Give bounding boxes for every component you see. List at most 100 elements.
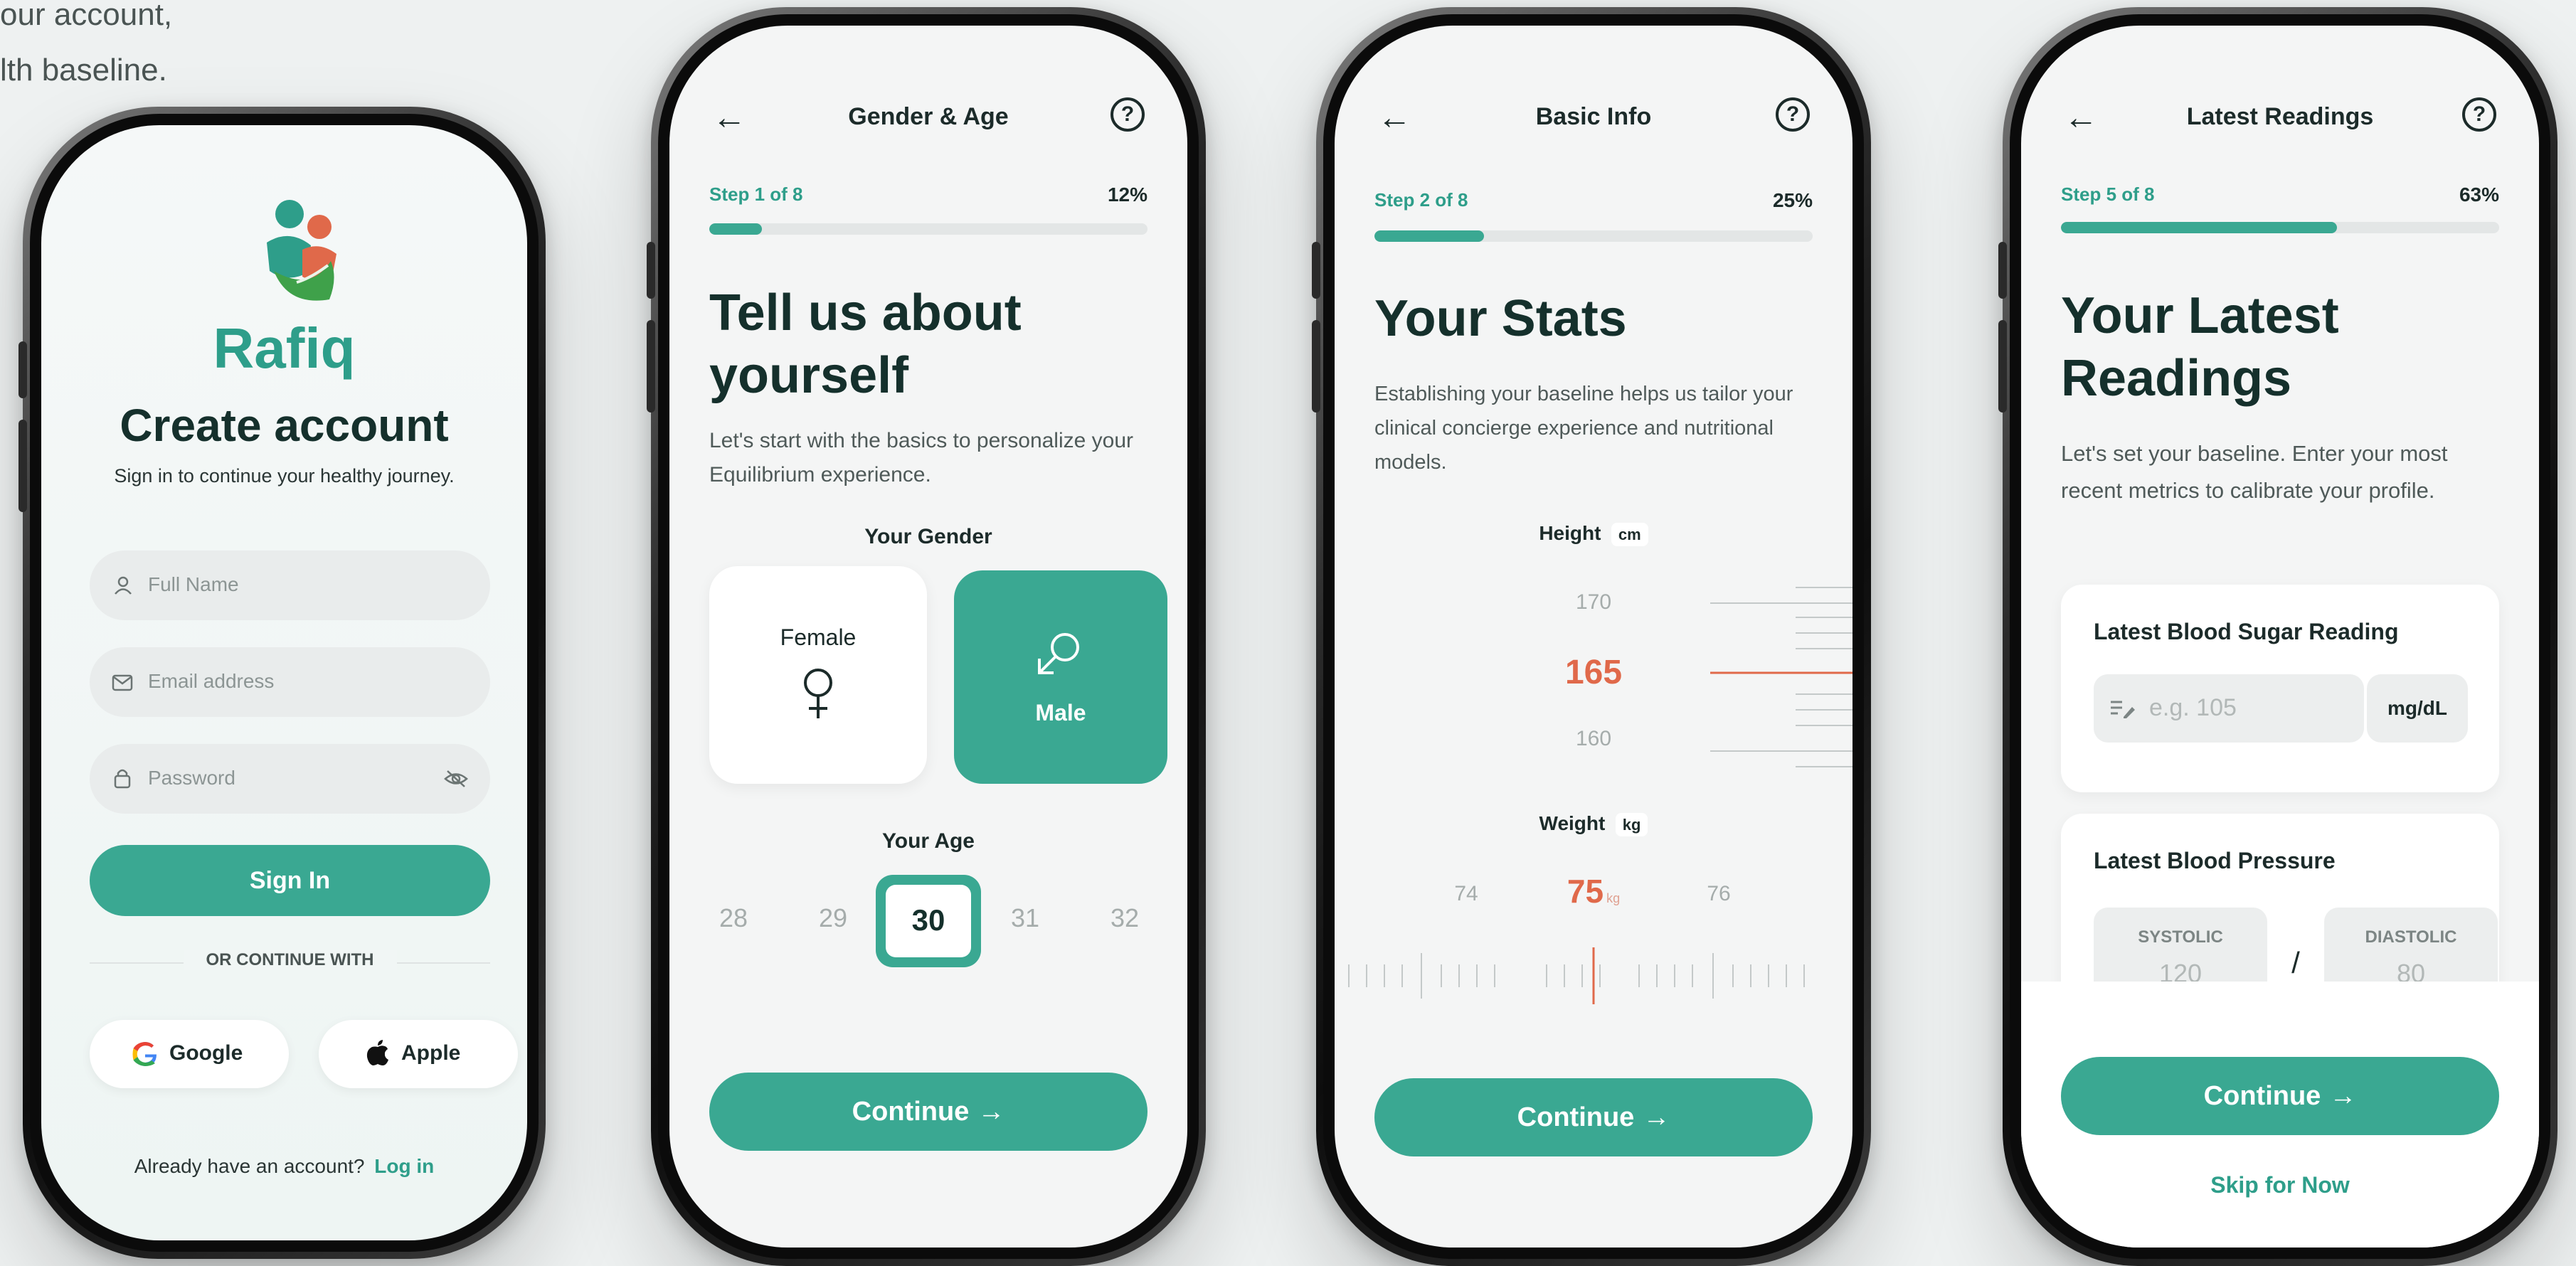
age-option[interactable]: 29 [797, 903, 869, 933]
page-subtitle: Sign in to continue your healthy journey… [114, 465, 455, 486]
login-prompt: Already have an account? [134, 1155, 365, 1177]
page-description: Let's set your baseline. Enter your most… [2061, 441, 2448, 503]
age-option[interactable]: 31 [990, 903, 1061, 933]
blood-sugar-placeholder: e.g. 105 [2149, 694, 2237, 721]
email-placeholder: Email address [148, 670, 275, 692]
login-row: Already have an account? Log in [41, 1155, 527, 1178]
age-option[interactable]: 32 [1089, 903, 1160, 933]
help-icon[interactable]: ? [2462, 97, 2496, 132]
page-heading: Your Latest Readings [2061, 287, 2339, 407]
intro-line-1: our account, [0, 0, 173, 32]
step-indicator: Step 5 of 8 63% [2061, 183, 2499, 212]
google-icon [132, 1042, 157, 1066]
male-symbol-icon [1038, 633, 1079, 674]
header-title: Gender & Age [848, 103, 1009, 130]
blood-sugar-input[interactable]: e.g. 105 [2094, 674, 2364, 743]
help-icon[interactable]: ? [1776, 97, 1810, 132]
blood-sugar-label: Latest Blood Sugar Reading [2094, 619, 2399, 644]
email-field[interactable]: Email address [90, 647, 490, 717]
gender-option-male[interactable]: Male [954, 570, 1167, 784]
step-percent: 12% [1107, 183, 1147, 206]
weight-ruler[interactable] [1335, 933, 1853, 1018]
header: ← Gender & Age ? [669, 93, 1187, 143]
arrow-right-icon: → [977, 1097, 1005, 1127]
arrow-right-icon: → [1643, 1102, 1670, 1132]
weight-label-row: Weight kg [1335, 812, 1853, 836]
full-name-placeholder: Full Name [148, 573, 239, 595]
step-indicator: Step 1 of 8 12% [709, 183, 1147, 212]
apple-button[interactable]: Apple [319, 1020, 518, 1088]
progress-fill [709, 223, 762, 235]
blood-pressure-label: Latest Blood Pressure [2094, 848, 2336, 873]
height-ruler[interactable] [1710, 573, 1853, 787]
weight-label: Weight [1539, 812, 1606, 834]
sign-in-button[interactable]: Sign In [90, 845, 490, 916]
weight-value-unit: kg [1606, 891, 1621, 905]
height-picker[interactable]: 170 165 160 [1335, 573, 1853, 787]
continue-label: Continue [2203, 1081, 2321, 1111]
skip-for-now-link[interactable]: Skip for Now [2021, 1172, 2539, 1198]
height-unit: cm [1611, 523, 1648, 546]
header: ← Latest Readings ? [2021, 93, 2539, 143]
systolic-label: SYSTOLIC [2138, 927, 2223, 947]
weight-picker[interactable]: 74 75 kg 76 [1335, 862, 1853, 1026]
progress-bar [1374, 230, 1813, 242]
age-picker[interactable]: 28 29 30 31 32 [669, 872, 1187, 972]
divider-label: OR CONTINUE WITH [183, 950, 397, 970]
age-option[interactable]: 28 [698, 903, 769, 933]
help-icon[interactable]: ? [1111, 97, 1145, 132]
gender-label: Your Gender [864, 525, 992, 548]
mail-icon [112, 674, 133, 691]
weight-right: 76 [1707, 882, 1731, 905]
phone-create-account: Rafiq Create account Sign in to continue… [18, 107, 546, 1259]
step-label: Step 1 of 8 [709, 183, 803, 205]
arrow-right-icon: → [2329, 1081, 2357, 1111]
intro-text: our account, lth baseline. [0, 0, 256, 98]
age-label: Your Age [881, 829, 975, 853]
login-link[interactable]: Log in [374, 1155, 434, 1177]
continue-label: Continue [852, 1097, 970, 1127]
height-label: Height [1539, 522, 1601, 544]
weight-current: 75 kg [1335, 872, 1853, 910]
blood-sugar-unit: mg/dL [2367, 674, 2468, 743]
diastolic-label: DIASTOLIC [2365, 927, 2457, 947]
age-selected-value: 30 [911, 903, 945, 937]
lock-icon [114, 769, 131, 789]
phone-gender-age: ← Gender & Age ? Step 1 of 8 12% Tell us… [647, 7, 1206, 1266]
step-percent: 63% [2459, 183, 2499, 206]
page-title: Create account [120, 400, 449, 451]
continue-label: Continue [1517, 1102, 1635, 1132]
page-heading: Your Stats [1374, 290, 1627, 347]
step-percent: 25% [1772, 189, 1813, 211]
gender-age-screen: ← Gender & Age ? Step 1 of 8 12% Tell us… [669, 26, 1187, 1248]
progress-bar [709, 223, 1147, 235]
step-label: Step 5 of 8 [2061, 183, 2155, 205]
basic-info-screen: ← Basic Info ? Step 2 of 8 25% Your Stat… [1335, 26, 1853, 1248]
continue-button[interactable]: Continue → [709, 1073, 1147, 1151]
header-title: Latest Readings [2186, 103, 2374, 130]
age-selected[interactable]: 30 [876, 875, 981, 967]
continue-button[interactable]: Continue → [2061, 1057, 2499, 1135]
phone-basic-info: ← Basic Info ? Step 2 of 8 25% Your Stat… [1312, 7, 1871, 1266]
weight-value: 75 [1567, 873, 1604, 910]
google-label: Google [169, 1041, 243, 1065]
header: ← Basic Info ? [1335, 93, 1853, 143]
female-symbol-icon [804, 669, 832, 718]
apple-label: Apple [401, 1041, 461, 1065]
progress-bar [2061, 222, 2499, 233]
user-icon [115, 576, 132, 595]
password-field[interactable]: Password [90, 744, 490, 814]
male-label: Male [1035, 700, 1086, 725]
gender-option-female[interactable]: Female [709, 566, 927, 784]
full-name-field[interactable]: Full Name [90, 550, 490, 620]
progress-fill [1374, 230, 1484, 242]
latest-readings-screen: ← Latest Readings ? Step 5 of 8 63% Your… [2021, 26, 2539, 1248]
brand-name: Rafiq [213, 316, 356, 380]
eye-off-icon[interactable] [443, 768, 469, 789]
google-button[interactable]: Google [90, 1020, 289, 1088]
step-indicator: Step 2 of 8 25% [1374, 189, 1813, 218]
header-title: Basic Info [1535, 103, 1652, 130]
page-heading: Tell us about yourself [709, 284, 1022, 404]
page-description: Establishing your baseline helps us tail… [1374, 383, 1793, 474]
continue-button[interactable]: Continue → [1374, 1078, 1813, 1156]
